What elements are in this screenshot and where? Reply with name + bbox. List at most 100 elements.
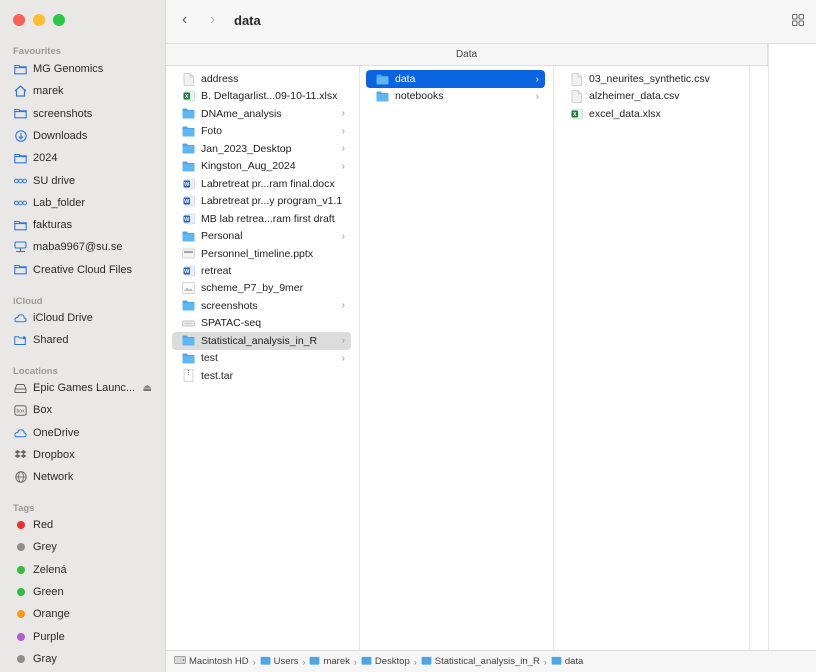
sidebar-item-grey[interactable]: Grey: [14, 537, 162, 557]
sidebar-item-maba9967-su-se[interactable]: maba9967@su.se: [14, 237, 162, 257]
path-bar: Macintosh HD › Users › marek › Desktop › Statist…: [166, 650, 816, 672]
sidebar-item-epic-games-launc[interactable]: Epic Games Launc... ⏏: [14, 378, 162, 398]
zoom-window-button[interactable]: [53, 14, 65, 26]
svg-text:box: box: [16, 408, 25, 414]
path-item-label: Statistical_analysis_in_R: [434, 656, 540, 667]
file-row[interactable]: W Labretreat pr...y program_v1.1: [172, 192, 351, 210]
view-options-icon[interactable]: [792, 14, 804, 29]
file-row[interactable]: 03_neurites_synthetic.csv: [560, 70, 741, 88]
folder-icon: [182, 142, 195, 155]
svg-text:W: W: [184, 217, 190, 223]
path-item-label: Users: [273, 656, 299, 667]
back-button[interactable]: ‹: [182, 11, 187, 29]
item-name: Personnel_timeline.pptx: [201, 247, 314, 260]
file-row[interactable]: scheme_P7_by_9mer: [172, 279, 351, 297]
close-window-button[interactable]: [13, 14, 25, 26]
item-name: SPATAC-seq: [201, 317, 262, 330]
sidebar-item-dropbox[interactable]: Dropbox: [14, 445, 162, 465]
path-item[interactable]: Statistical_analysis_in_R: [421, 656, 540, 668]
sidebar-item-su-drive[interactable]: SU drive: [14, 171, 162, 191]
folder-row[interactable]: Personal ›: [172, 227, 351, 245]
folder-row[interactable]: test ›: [172, 349, 351, 367]
folder-icon: [376, 90, 389, 103]
folder-row[interactable]: Statistical_analysis_in_R ›: [172, 331, 351, 350]
word-file-icon: W: [182, 195, 195, 208]
sidebar-item-icloud-drive[interactable]: iCloud Drive: [14, 308, 162, 328]
cloud-icon: [14, 312, 27, 325]
folder-row[interactable]: screenshots ›: [172, 297, 351, 315]
file-row[interactable]: W Labretreat pr...ram final.docx: [172, 175, 351, 193]
finder-window: Favourites iCloud Locations Tags MG Geno…: [0, 0, 816, 672]
file-row[interactable]: Xexcel_data.xlsx: [560, 105, 741, 123]
folder-icon: [421, 656, 432, 668]
folder-row[interactable]: data ›: [366, 70, 545, 88]
sidebar-item-creative-cloud-files[interactable]: Creative Cloud Files: [14, 260, 162, 280]
file-row[interactable]: Personnel_timeline.pptx: [172, 245, 351, 263]
forward-button[interactable]: ›: [210, 11, 215, 29]
path-item[interactable]: marek: [309, 656, 350, 668]
sidebar-item-shared[interactable]: Shared: [14, 330, 162, 350]
item-name: screenshots: [201, 299, 258, 312]
browser-column-1[interactable]: address X B. Deltagarlist...09-10-11.xlsx D…: [166, 66, 360, 650]
sidebar-item-onedrive[interactable]: OneDrive: [14, 423, 162, 443]
file-row[interactable]: alzheimer_data.csv: [560, 87, 741, 105]
folder-row[interactable]: Jan_2023_Desktop ›: [172, 140, 351, 158]
browser-column-2[interactable]: data › notebooks ›: [360, 66, 554, 650]
folder-row[interactable]: notebooks ›: [366, 87, 545, 105]
folder-icon: [376, 73, 389, 86]
minimize-window-button[interactable]: [33, 14, 45, 26]
item-name: Statistical_analysis_in_R: [201, 334, 318, 347]
path-item-label: Macintosh HD: [189, 656, 249, 667]
path-item[interactable]: Users: [260, 656, 299, 668]
sidebar-item-red[interactable]: Red: [14, 515, 162, 535]
path-item-label: data: [564, 656, 584, 667]
file-row[interactable]: test.tar: [172, 367, 351, 385]
browser-column-3[interactable]: 03_neurites_synthetic.csv alzheimer_data.…: [554, 66, 750, 650]
sidebar-item-green[interactable]: Green: [14, 582, 162, 602]
file-row[interactable]: X B. Deltagarlist...09-10-11.xlsx: [172, 87, 351, 105]
sidebar-item-network[interactable]: Network: [14, 467, 162, 487]
path-item[interactable]: Desktop: [361, 656, 410, 668]
sidebar-item-downloads[interactable]: Downloads: [14, 126, 162, 146]
eject-icon[interactable]: ⏏: [143, 383, 152, 394]
tag-color-dot-icon: [14, 541, 27, 554]
path-item[interactable]: Macintosh HD: [174, 655, 249, 668]
sidebar-item-2024[interactable]: 2024: [14, 148, 162, 168]
file-row[interactable]: W MB lab retrea...ram first draft: [172, 210, 351, 228]
chevron-right-icon: ›: [341, 335, 345, 347]
sidebar-item-screenshots[interactable]: screenshots: [14, 104, 162, 124]
sidebar-item-purple[interactable]: Purple: [14, 627, 162, 647]
sidebar-item-zelen[interactable]: Zelená: [14, 560, 162, 580]
file-row[interactable]: address: [172, 70, 351, 88]
folder-row[interactable]: Kingston_Aug_2024 ›: [172, 157, 351, 175]
sidebar-item-label: Dropbox: [33, 448, 75, 461]
network-drive-icon: [14, 196, 27, 209]
file-row[interactable]: Wretreat: [172, 262, 351, 280]
path-separator-icon: ›: [302, 656, 306, 667]
sidebar-item-box[interactable]: box Box: [14, 400, 162, 420]
sidebar-item-lab-folder[interactable]: Lab_folder: [14, 193, 162, 213]
window-controls: [13, 14, 65, 26]
excel-file-icon: X: [182, 90, 195, 103]
sidebar-item-mg-genomics[interactable]: MG Genomics: [14, 59, 162, 79]
sidebar-item-fakturas[interactable]: fakturas: [14, 215, 162, 235]
sidebar-item-orange[interactable]: Orange: [14, 604, 162, 624]
chevron-right-icon: ›: [341, 143, 345, 155]
item-name: alzheimer_data.csv: [589, 90, 680, 103]
svg-text:W: W: [184, 269, 190, 275]
file-row[interactable]: SPATAC-seq: [172, 314, 351, 332]
chevron-right-icon: ›: [341, 300, 345, 312]
path-item[interactable]: data: [551, 656, 584, 668]
image-file-icon: [182, 282, 195, 295]
folder-icon: [182, 125, 195, 138]
folder-row[interactable]: DNAme_analysis ›: [172, 105, 351, 123]
document-icon: [570, 90, 583, 103]
sidebar-item-gray[interactable]: Gray: [14, 649, 162, 669]
folder-icon: [182, 230, 195, 243]
sidebar-item-label: iCloud Drive: [33, 312, 93, 324]
folder-row[interactable]: Foto ›: [172, 122, 351, 140]
sidebar-item-marek[interactable]: marek: [14, 81, 162, 101]
svg-text:X: X: [184, 95, 188, 101]
window-title: data: [234, 13, 261, 28]
folder-icon: [309, 656, 320, 668]
